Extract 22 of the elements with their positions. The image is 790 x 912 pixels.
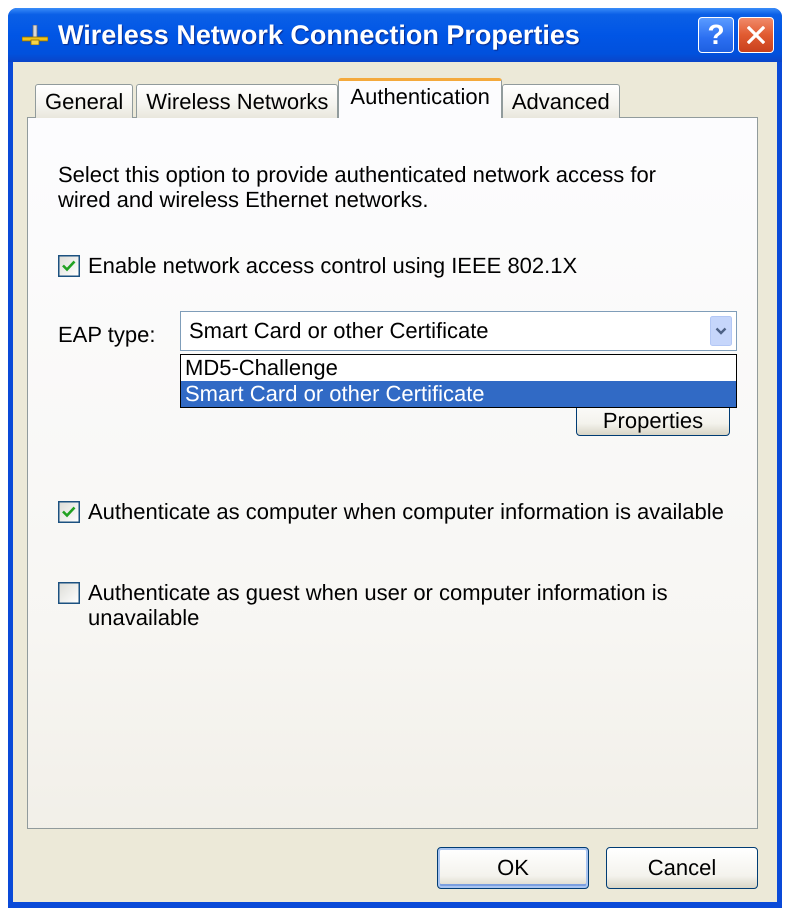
tab[interactable]: Advanced	[502, 84, 620, 118]
checkbox-label: Authenticate as computer when computer information is available	[88, 499, 725, 524]
checkbox[interactable]	[58, 582, 80, 604]
dropdown-option[interactable]: Smart Card or other Certificate	[181, 381, 736, 407]
tab[interactable]: Authentication	[338, 78, 502, 118]
dropdown-option[interactable]: MD5-Challenge	[181, 355, 736, 381]
eap-type-dropdown[interactable]: Smart Card or other Certificate	[180, 311, 737, 351]
checkbox-label: Authenticate as guest when user or computer information is unavailable	[88, 580, 669, 630]
tab[interactable]: Wireless Networks	[136, 84, 338, 118]
checkbox-label: Enable network access control using IEEE 802.1X	[88, 254, 578, 278]
help-button[interactable]: ?	[698, 17, 734, 53]
dialog-button[interactable]: OK	[437, 847, 589, 889]
tab[interactable]: General	[35, 84, 134, 118]
window-title: Wireless Network Connection Properties	[58, 20, 581, 50]
close-button[interactable]	[738, 17, 774, 53]
checkbox[interactable]	[58, 501, 80, 523]
dialog-button[interactable]: Cancel	[606, 847, 758, 889]
connector-icon	[22, 25, 48, 45]
checkbox[interactable]	[58, 255, 80, 277]
close-icon	[747, 26, 765, 44]
description-text: Select this option to provide authenticated network access for wired and wireless Ethernet networks.	[58, 162, 658, 212]
eap-type-label: EAP type:	[58, 322, 156, 348]
